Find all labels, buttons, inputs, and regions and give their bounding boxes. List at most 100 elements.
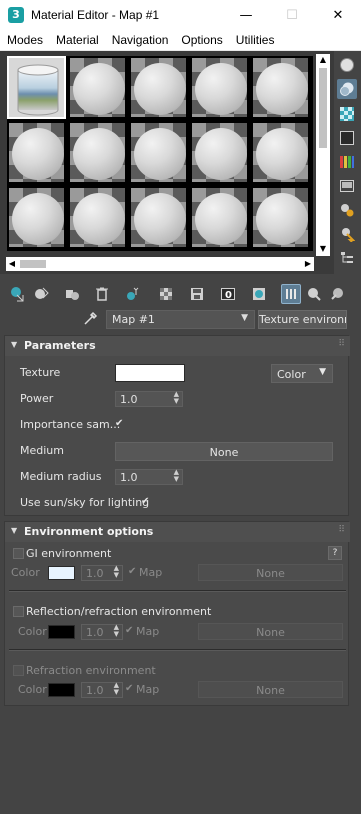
put-to-library-icon[interactable] xyxy=(187,284,207,304)
refraction-map-checkbox[interactable]: ✔ xyxy=(125,683,133,694)
drag-grip-icon[interactable]: ⠿ xyxy=(338,525,345,535)
material-sphere-preview-icon xyxy=(256,193,308,245)
show-shaded-material-icon[interactable] xyxy=(249,284,269,304)
vertical-scroll-thumb[interactable] xyxy=(319,68,327,148)
medium-button[interactable]: None xyxy=(115,442,333,461)
material-map-navigator-icon[interactable] xyxy=(337,248,357,268)
sample-slot[interactable] xyxy=(7,56,66,119)
assign-material-to-selection-icon[interactable] xyxy=(62,284,82,304)
parameters-rollout-header[interactable]: ▼ Parameters ⠿ xyxy=(5,336,350,356)
sample-slot[interactable] xyxy=(129,186,188,249)
reflection-environment-checkbox[interactable] xyxy=(13,606,24,617)
reflection-multiplier-value: 1.0 xyxy=(86,626,104,639)
spinner-arrows-icon[interactable]: ▲ ▼ xyxy=(114,624,119,638)
help-icon[interactable]: ? xyxy=(328,546,342,560)
scroll-left-arrow-icon[interactable]: ◀ xyxy=(6,257,18,271)
get-material-icon[interactable] xyxy=(8,284,28,304)
texture-color-swatch[interactable] xyxy=(115,364,185,382)
sample-type-sphere-icon[interactable] xyxy=(337,55,357,75)
select-by-material-icon[interactable] xyxy=(337,224,357,244)
menu-navigation[interactable]: Navigation xyxy=(105,30,175,51)
map-name-dropdown[interactable]: Map #1 ▼ xyxy=(106,310,255,329)
gi-multiplier-spinner[interactable]: 1.0 ▲ ▼ xyxy=(81,565,123,581)
environment-options-title: Environment options xyxy=(24,525,154,538)
sample-slot[interactable] xyxy=(7,186,66,249)
menu-material[interactable]: Material xyxy=(49,30,105,51)
put-material-to-scene-icon[interactable] xyxy=(31,284,51,304)
slots-vertical-scrollbar[interactable]: ▲ ▼ xyxy=(316,54,330,256)
sample-uv-tiling-icon[interactable] xyxy=(337,128,357,148)
go-to-parent-icon[interactable] xyxy=(304,284,324,304)
material-id-channel-icon[interactable]: 0 xyxy=(218,284,238,304)
material-sphere-preview-icon xyxy=(195,128,247,180)
refraction-map-button[interactable]: None xyxy=(198,681,343,698)
refraction-environment-checkbox[interactable] xyxy=(13,665,24,676)
title-bar: 3 Material Editor - Map #1 — ☐ ✕ xyxy=(0,0,361,30)
go-forward-to-sibling-icon[interactable] xyxy=(327,284,347,304)
close-button[interactable]: ✕ xyxy=(315,0,361,30)
material-sphere-preview-icon xyxy=(256,63,308,115)
refraction-environment-label: Refraction environment xyxy=(26,664,156,677)
map-name-value: Map #1 xyxy=(112,313,155,326)
reflection-map-checkbox[interactable]: ✔ xyxy=(125,625,133,636)
show-end-result-icon[interactable] xyxy=(281,284,301,304)
options-icon[interactable] xyxy=(337,200,357,220)
slots-horizontal-scrollbar[interactable]: ◀ ▶ xyxy=(6,257,314,271)
scroll-right-arrow-icon[interactable]: ▶ xyxy=(302,257,314,271)
sample-slot[interactable] xyxy=(129,56,188,119)
make-preview-icon[interactable] xyxy=(337,176,357,196)
menu-options[interactable]: Options xyxy=(174,30,228,51)
reflection-color-swatch[interactable] xyxy=(48,625,75,639)
sample-slot[interactable] xyxy=(251,121,310,184)
sample-slot[interactable] xyxy=(190,56,249,119)
spinner-arrows-icon[interactable]: ▲ ▼ xyxy=(114,682,119,696)
video-color-check-icon[interactable] xyxy=(337,152,357,172)
refraction-multiplier-value: 1.0 xyxy=(86,684,104,697)
reset-map-trash-icon[interactable] xyxy=(92,284,112,304)
gi-map-checkbox[interactable]: ✔ xyxy=(128,566,136,577)
sample-slot[interactable] xyxy=(68,121,127,184)
spinner-arrows-icon[interactable]: ▲ ▼ xyxy=(174,469,179,483)
importance-sampling-checkbox[interactable]: ✔ xyxy=(115,418,123,429)
spinner-arrows-icon[interactable]: ▲ ▼ xyxy=(114,565,119,579)
sample-slot[interactable] xyxy=(251,186,310,249)
use-sun-sky-checkbox[interactable]: ✔ xyxy=(141,496,149,507)
menu-utilities[interactable]: Utilities xyxy=(229,30,281,51)
backlight-icon[interactable] xyxy=(337,79,357,99)
map-type-button[interactable]: Texture environment xyxy=(258,310,347,329)
gi-environment-checkbox[interactable] xyxy=(13,548,24,559)
gi-color-swatch[interactable] xyxy=(48,566,75,580)
background-checker-icon[interactable] xyxy=(337,104,357,124)
reflection-multiplier-spinner[interactable]: 1.0 ▲ ▼ xyxy=(81,624,123,640)
pick-material-eyedropper-icon[interactable] xyxy=(82,311,98,327)
drag-grip-icon[interactable]: ⠿ xyxy=(338,339,345,349)
sample-slot[interactable] xyxy=(190,121,249,184)
sample-slot[interactable] xyxy=(251,56,310,119)
maximize-button[interactable]: ☐ xyxy=(269,0,315,30)
svg-text:0: 0 xyxy=(225,290,232,301)
reflection-map-button[interactable]: None xyxy=(198,623,343,640)
make-unique-icon[interactable] xyxy=(156,284,176,304)
medium-radius-spinner[interactable]: 1.0 ▲ ▼ xyxy=(115,469,183,485)
horizontal-scroll-thumb[interactable] xyxy=(20,260,46,268)
gi-map-button[interactable]: None xyxy=(198,564,343,581)
scroll-up-arrow-icon[interactable]: ▲ xyxy=(316,54,330,66)
sample-slot[interactable] xyxy=(68,56,127,119)
power-spinner[interactable]: 1.0 ▲ ▼ xyxy=(115,391,183,407)
gi-map-label: Map xyxy=(139,566,163,579)
sample-slot[interactable] xyxy=(68,186,127,249)
menu-modes[interactable]: Modes xyxy=(0,30,49,51)
environment-options-header[interactable]: ▼ Environment options ⠿ xyxy=(5,522,350,542)
make-material-copy-icon[interactable] xyxy=(123,284,143,304)
sample-slot[interactable] xyxy=(129,121,188,184)
refraction-multiplier-spinner[interactable]: 1.0 ▲ ▼ xyxy=(81,682,123,698)
spinner-arrows-icon[interactable]: ▲ ▼ xyxy=(174,391,179,405)
refraction-color-swatch[interactable] xyxy=(48,683,75,697)
menu-bar: Modes Material Navigation Options Utilit… xyxy=(0,30,361,51)
texture-mode-dropdown[interactable]: Color ▼ xyxy=(271,364,333,383)
scroll-down-arrow-icon[interactable]: ▼ xyxy=(316,243,330,255)
sample-slot[interactable] xyxy=(7,121,66,184)
sample-slot[interactable] xyxy=(190,186,249,249)
minimize-button[interactable]: — xyxy=(223,0,269,30)
chevron-down-icon: ▼ xyxy=(319,367,326,377)
